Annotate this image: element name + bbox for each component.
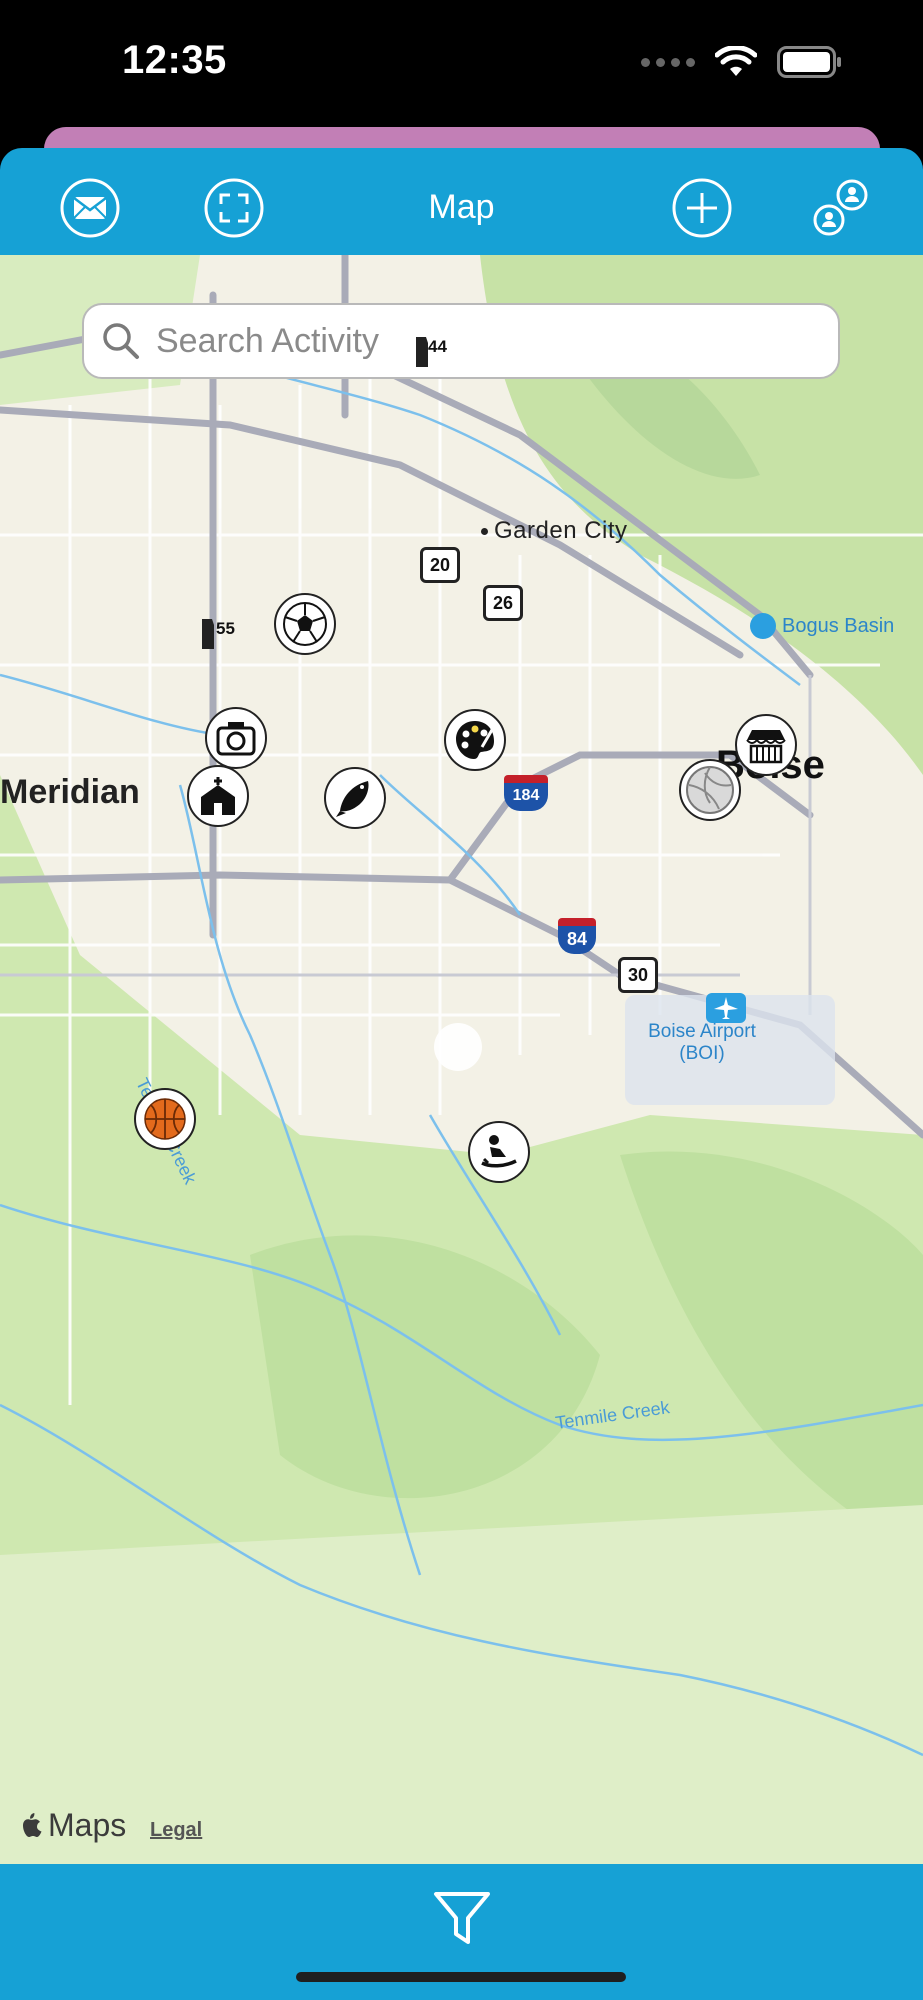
activity-pin-art[interactable] (444, 709, 506, 771)
cellular-signal-icon (641, 57, 695, 67)
airport-code: (BOI) (679, 1043, 725, 1064)
camera-icon (216, 722, 256, 756)
route-shield-i184: 184 (504, 775, 548, 811)
search-icon (103, 323, 139, 359)
people-button[interactable] (812, 178, 872, 238)
activity-pin-volleyball[interactable] (679, 759, 741, 821)
home-indicator (296, 1972, 626, 1982)
battery-icon (777, 46, 841, 78)
activity-pin-basketball[interactable] (134, 1088, 196, 1150)
add-icon (672, 178, 732, 238)
navbar: Map (0, 148, 923, 255)
wifi-icon (715, 46, 757, 76)
place-label-airport: Boise Airport (BOI) (630, 1021, 774, 1065)
place-dot (481, 528, 488, 536)
basketball-icon (144, 1098, 186, 1140)
volleyball-icon (686, 766, 734, 814)
maps-label: Maps (48, 1807, 127, 1843)
search-input[interactable]: Search Activity (82, 303, 840, 379)
fish-icon (336, 781, 369, 817)
airport-name: Boise Airport (648, 1021, 756, 1042)
maps-attribution: Maps (20, 1807, 126, 1844)
route-shield-us30: 30 (618, 957, 658, 993)
art-palette-icon (456, 721, 498, 759)
route-label: 44 (428, 337, 447, 356)
bottom-toolbar (0, 1864, 923, 2000)
airport-icon (706, 993, 746, 1023)
route-shield-us26: 26 (483, 585, 523, 621)
status-time: 12:35 (122, 38, 227, 82)
route-shield-id55: 55 (200, 617, 240, 651)
church-icon (201, 777, 235, 815)
sledding-icon (481, 1135, 517, 1168)
route-shield-us20: 20 (420, 547, 460, 583)
soccer-ball-icon (283, 602, 327, 646)
place-label-garden-city: Garden City (481, 517, 628, 545)
activity-pin-market[interactable] (735, 714, 797, 776)
people-icon (813, 179, 868, 236)
map-base (0, 255, 923, 1864)
status-icons (641, 46, 843, 78)
route-label: 55 (216, 619, 235, 638)
route-shield-id44: 44 (414, 335, 448, 369)
place-label-bogus-basin[interactable]: Bogus Basin (750, 613, 894, 639)
activity-pin-sledding[interactable] (468, 1121, 530, 1183)
activity-pin-soccer[interactable] (274, 593, 336, 655)
filter-button[interactable] (430, 1886, 494, 1950)
legal-link[interactable]: Legal (150, 1819, 202, 1842)
route-shield-i84: 84 (558, 918, 596, 954)
page-title: Map (428, 188, 495, 226)
search-placeholder: Search Activity (156, 321, 379, 360)
activity-pin-church[interactable] (187, 765, 249, 827)
activity-pin-photography[interactable] (205, 707, 267, 769)
status-bar: 12:35 (0, 0, 923, 135)
activity-pin-fishing[interactable] (324, 767, 386, 829)
market-stand-icon (746, 730, 786, 764)
place-name: Garden City (494, 517, 628, 544)
filter-icon (434, 1892, 490, 1944)
ski-area-icon (750, 613, 776, 639)
add-button[interactable] (672, 178, 732, 238)
apple-logo-icon (23, 1812, 42, 1837)
place-label-meridian: Meridian (0, 773, 140, 811)
place-name: Bogus Basin (782, 614, 895, 637)
map-view[interactable]: Search Activity 44 20 26 55 184 84 30 Ga… (0, 255, 923, 1864)
